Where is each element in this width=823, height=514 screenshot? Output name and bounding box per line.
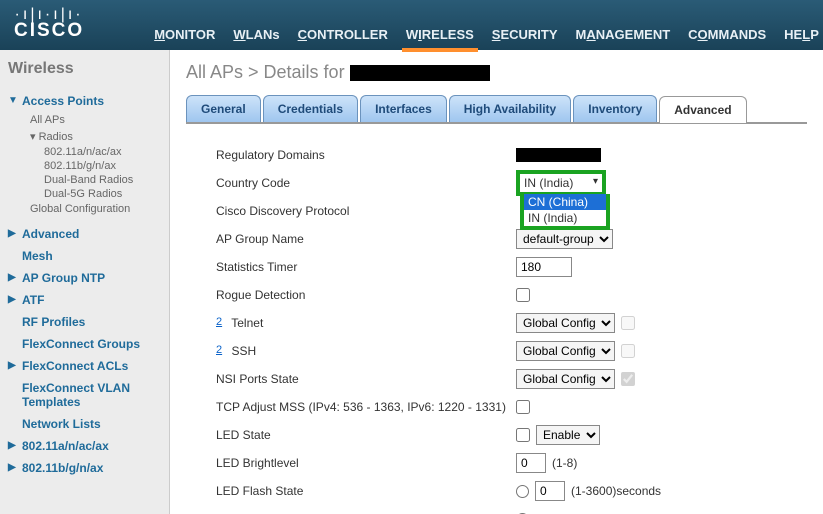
- label-stats-timer: Statistics Timer: [216, 260, 516, 274]
- sidebar-all-aps[interactable]: All APs: [8, 112, 161, 128]
- sidebar-radio-80211b[interactable]: 802.11b/g/n/ax: [8, 159, 161, 173]
- nav-controller[interactable]: CONTROLLER: [298, 27, 388, 42]
- nav-monitor[interactable]: MONITOR: [154, 27, 215, 42]
- sidebar: Wireless ▼Access Points All APs ▾ Radios…: [0, 50, 170, 514]
- nsi-select[interactable]: Global Config: [516, 369, 615, 389]
- sidebar-dual-band[interactable]: Dual-Band Radios: [8, 173, 161, 187]
- country-selected-value: IN (India): [524, 176, 573, 190]
- label-telnet: Telnet: [231, 316, 263, 330]
- ssh-checkbox: [621, 344, 635, 358]
- sidebar-radios[interactable]: ▾ Radios: [8, 128, 161, 145]
- label-led-bright: LED Brightlevel: [216, 456, 516, 470]
- country-option-cn[interactable]: CN (China): [524, 194, 606, 210]
- nav-security[interactable]: SECURITY: [492, 27, 558, 42]
- footnote-ref[interactable]: 2: [216, 344, 222, 356]
- sidebar-advanced[interactable]: ▶Advanced: [8, 223, 161, 245]
- cisco-logo-text: CISCO: [14, 20, 84, 42]
- chevron-right-icon: ▶: [8, 272, 16, 283]
- tcp-mss-checkbox[interactable]: [516, 400, 530, 414]
- tab-strip: General Credentials Interfaces High Avai…: [186, 95, 807, 124]
- chevron-down-icon: ▼: [8, 95, 18, 106]
- cisco-logo: ·ı|ı·ı|ı· CISCO: [14, 10, 84, 42]
- ssh-select[interactable]: Global Config: [516, 341, 615, 361]
- breadcrumb: All APs > Details for: [186, 62, 807, 83]
- led-flash-radio-seconds[interactable]: [516, 485, 529, 498]
- tab-general[interactable]: General: [186, 95, 261, 122]
- tab-credentials[interactable]: Credentials: [263, 95, 358, 122]
- sidebar-network-lists[interactable]: Network Lists: [8, 413, 161, 435]
- label-reg-domains: Regulatory Domains: [216, 148, 516, 162]
- led-state-checkbox[interactable]: [516, 428, 530, 442]
- telnet-checkbox: [621, 316, 635, 330]
- led-bright-hint: (1-8): [552, 456, 577, 470]
- sidebar-dual-5g[interactable]: Dual-5G Radios: [8, 187, 161, 201]
- led-flash-input[interactable]: [535, 481, 565, 501]
- tab-inventory[interactable]: Inventory: [573, 95, 657, 122]
- sidebar-80211a[interactable]: ▶802.11a/n/ac/ax: [8, 435, 161, 457]
- sidebar-80211b[interactable]: ▶802.11b/g/n/ax: [8, 457, 161, 479]
- nav-management[interactable]: MANAGEMENT: [576, 27, 671, 42]
- breadcrumb-text: All APs > Details for: [186, 62, 350, 82]
- country-option-in[interactable]: IN (India): [524, 210, 606, 226]
- label-tcp-mss: TCP Adjust MSS (IPv4: 536 - 1363, IPv6: …: [216, 400, 516, 414]
- label-led-state: LED State: [216, 428, 516, 442]
- nsi-checkbox: [621, 372, 635, 386]
- label-cdp: Cisco Discovery Protocol: [216, 204, 516, 218]
- nav-wlans[interactable]: WLANs: [233, 27, 279, 42]
- chevron-right-icon: ▶: [8, 440, 16, 451]
- label-rogue: Rogue Detection: [216, 288, 516, 302]
- tab-high-availability[interactable]: High Availability: [449, 95, 571, 122]
- footnote-ref[interactable]: 2: [216, 316, 222, 328]
- country-dropdown-list: CN (China) IN (India): [520, 194, 610, 230]
- sidebar-atf[interactable]: ▶ATF: [8, 289, 161, 311]
- label-led-flash: LED Flash State: [216, 484, 516, 498]
- sidebar-flex-groups[interactable]: FlexConnect Groups: [8, 333, 161, 355]
- label-ssh: SSH: [231, 344, 256, 358]
- nav-help[interactable]: HELP: [784, 27, 819, 42]
- label-country-code: Country Code: [216, 176, 516, 190]
- main-nav: MONITOR WLANs CONTROLLER WIRELESS SECURI…: [154, 27, 819, 42]
- led-state-select[interactable]: Enable: [536, 425, 600, 445]
- sidebar-radio-80211a[interactable]: 802.11a/n/ac/ax: [8, 145, 161, 159]
- sidebar-mesh[interactable]: Mesh: [8, 245, 161, 267]
- sidebar-flex-vlan[interactable]: FlexConnect VLAN Templates: [8, 377, 161, 413]
- led-flash-hint: (1-3600)seconds: [571, 484, 661, 498]
- sidebar-apgroup-ntp[interactable]: ▶AP Group NTP: [8, 267, 161, 289]
- chevron-right-icon: ▶: [8, 462, 16, 473]
- nav-commands[interactable]: COMMANDS: [688, 27, 766, 42]
- rogue-checkbox[interactable]: [516, 288, 530, 302]
- led-bright-input[interactable]: [516, 453, 546, 473]
- ap-group-select[interactable]: default-group: [516, 229, 613, 249]
- label-nsi: NSI Ports State: [216, 372, 516, 386]
- tab-interfaces[interactable]: Interfaces: [360, 95, 447, 122]
- chevron-right-icon: ▶: [8, 294, 16, 305]
- redacted-reg-domain: [516, 148, 601, 162]
- chevron-right-icon: ▶: [8, 360, 16, 371]
- stats-timer-input[interactable]: [516, 257, 572, 277]
- sidebar-access-points[interactable]: ▼Access Points: [8, 90, 161, 112]
- cisco-logo-bars: ·ı|ı·ı|ı·: [15, 10, 84, 20]
- label-ap-group: AP Group Name: [216, 232, 516, 246]
- nav-wireless[interactable]: WIRELESS: [406, 27, 474, 42]
- telnet-select[interactable]: Global Config: [516, 313, 615, 333]
- sidebar-title: Wireless: [8, 60, 161, 78]
- country-code-select[interactable]: IN (India)▾ CN (China) IN (India): [516, 170, 606, 196]
- top-header: ·ı|ı·ı|ı· CISCO MONITOR WLANs CONTROLLER…: [0, 0, 823, 50]
- chevron-right-icon: ▶: [8, 228, 16, 239]
- redacted-ap-name: [350, 65, 490, 81]
- main-content: All APs > Details for General Credential…: [170, 50, 823, 514]
- chevron-down-icon: ▾: [593, 176, 598, 187]
- sidebar-rf-profiles[interactable]: RF Profiles: [8, 311, 161, 333]
- tab-advanced[interactable]: Advanced: [659, 96, 746, 123]
- sidebar-global-config[interactable]: Global Configuration: [8, 201, 161, 217]
- advanced-form: Regulatory Domains Country Code IN (Indi…: [186, 124, 807, 514]
- sidebar-flex-acls[interactable]: ▶FlexConnect ACLs: [8, 355, 161, 377]
